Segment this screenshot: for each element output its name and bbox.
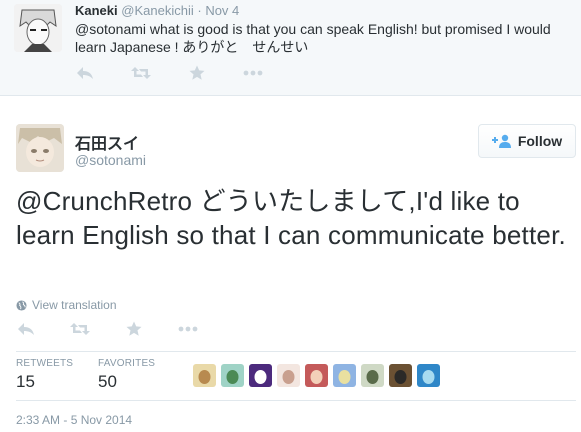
- reply-actions: [75, 64, 299, 82]
- favorites-label: FAVORITES: [98, 358, 156, 369]
- favoriter-avatar[interactable]: [221, 364, 244, 387]
- tweet-date[interactable]: Nov 4: [205, 3, 239, 18]
- reply-icon: [18, 323, 34, 335]
- previous-tweet[interactable]: Kaneki @Kanekichii · Nov 4 @sotonami wha…: [0, 0, 581, 96]
- more-button[interactable]: [178, 320, 198, 338]
- reply-text: @sotonami what is good is that you can s…: [75, 21, 551, 55]
- reply-icon: [77, 67, 93, 79]
- favoriter-avatars: [193, 364, 445, 387]
- favorites-stat[interactable]: FAVORITES 50: [98, 358, 155, 392]
- reply-header: Kaneki @Kanekichii · Nov 4: [75, 3, 239, 18]
- add-user-icon: [491, 134, 511, 148]
- retweet-icon: [131, 67, 151, 79]
- star-icon: [126, 321, 142, 336]
- tweet-actions: [16, 320, 232, 338]
- retweet-button[interactable]: [131, 64, 151, 82]
- retweet-icon: [70, 323, 90, 335]
- favoriter-avatar[interactable]: [417, 364, 440, 387]
- globe-icon: [16, 299, 27, 311]
- star-icon: [189, 65, 205, 80]
- view-translation-link[interactable]: View translation: [16, 298, 117, 312]
- more-button[interactable]: [243, 64, 263, 82]
- retweets-label: RETWEETS: [16, 358, 74, 369]
- author-handle[interactable]: @sotonami: [75, 152, 146, 168]
- favoriter-avatar[interactable]: [277, 364, 300, 387]
- retweets-count: 15: [16, 372, 35, 391]
- divider: [16, 400, 576, 401]
- follow-button[interactable]: Follow: [478, 124, 576, 158]
- favorites-count: 50: [98, 372, 117, 391]
- favoriter-avatar[interactable]: [361, 364, 384, 387]
- reply-button[interactable]: [75, 64, 95, 82]
- favoriter-avatar[interactable]: [193, 364, 216, 387]
- view-translation-label: View translation: [32, 298, 117, 312]
- tweet-text: @CrunchRetro どういたしまして,I'd like to learn …: [16, 186, 566, 250]
- reply-button[interactable]: [16, 320, 36, 338]
- avatar[interactable]: [14, 4, 62, 52]
- retweets-stat[interactable]: RETWEETS 15: [16, 358, 73, 392]
- retweet-button[interactable]: [70, 320, 90, 338]
- favoriter-avatar[interactable]: [305, 364, 328, 387]
- author-avatar[interactable]: [16, 124, 64, 172]
- more-icon: [243, 70, 263, 76]
- follow-label: Follow: [517, 133, 563, 149]
- favoriter-avatar[interactable]: [389, 364, 412, 387]
- favoriter-avatar[interactable]: [333, 364, 356, 387]
- author-name[interactable]: Kaneki: [75, 3, 118, 18]
- author-handle[interactable]: @Kanekichii: [121, 3, 193, 18]
- favoriter-avatar[interactable]: [249, 364, 272, 387]
- more-icon: [178, 326, 198, 332]
- separator: ·: [197, 3, 202, 18]
- divider: [16, 351, 576, 352]
- author-name[interactable]: 石田スイ: [75, 130, 139, 154]
- favorite-button[interactable]: [187, 64, 207, 82]
- favorite-button[interactable]: [124, 320, 144, 338]
- tweet-timestamp[interactable]: 2:33 AM - 5 Nov 2014: [16, 413, 132, 427]
